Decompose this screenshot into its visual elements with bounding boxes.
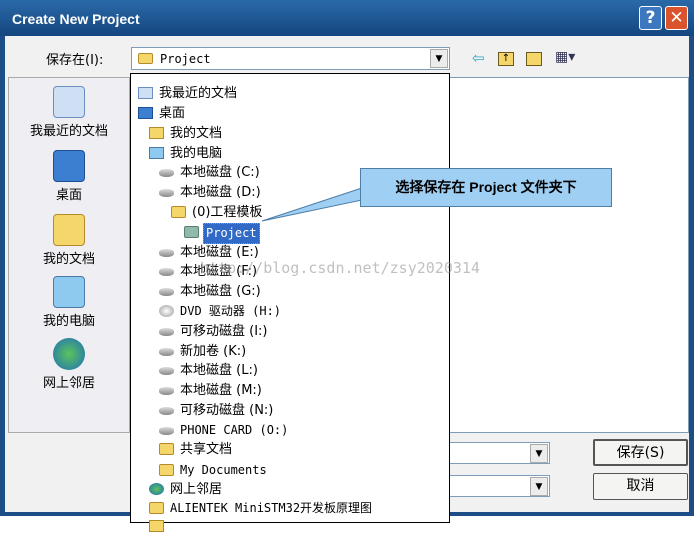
folder-icon — [149, 520, 164, 532]
callout-pointer — [261, 187, 363, 222]
annotation-callout: 选择保存在 Project 文件夹下 — [360, 168, 612, 207]
